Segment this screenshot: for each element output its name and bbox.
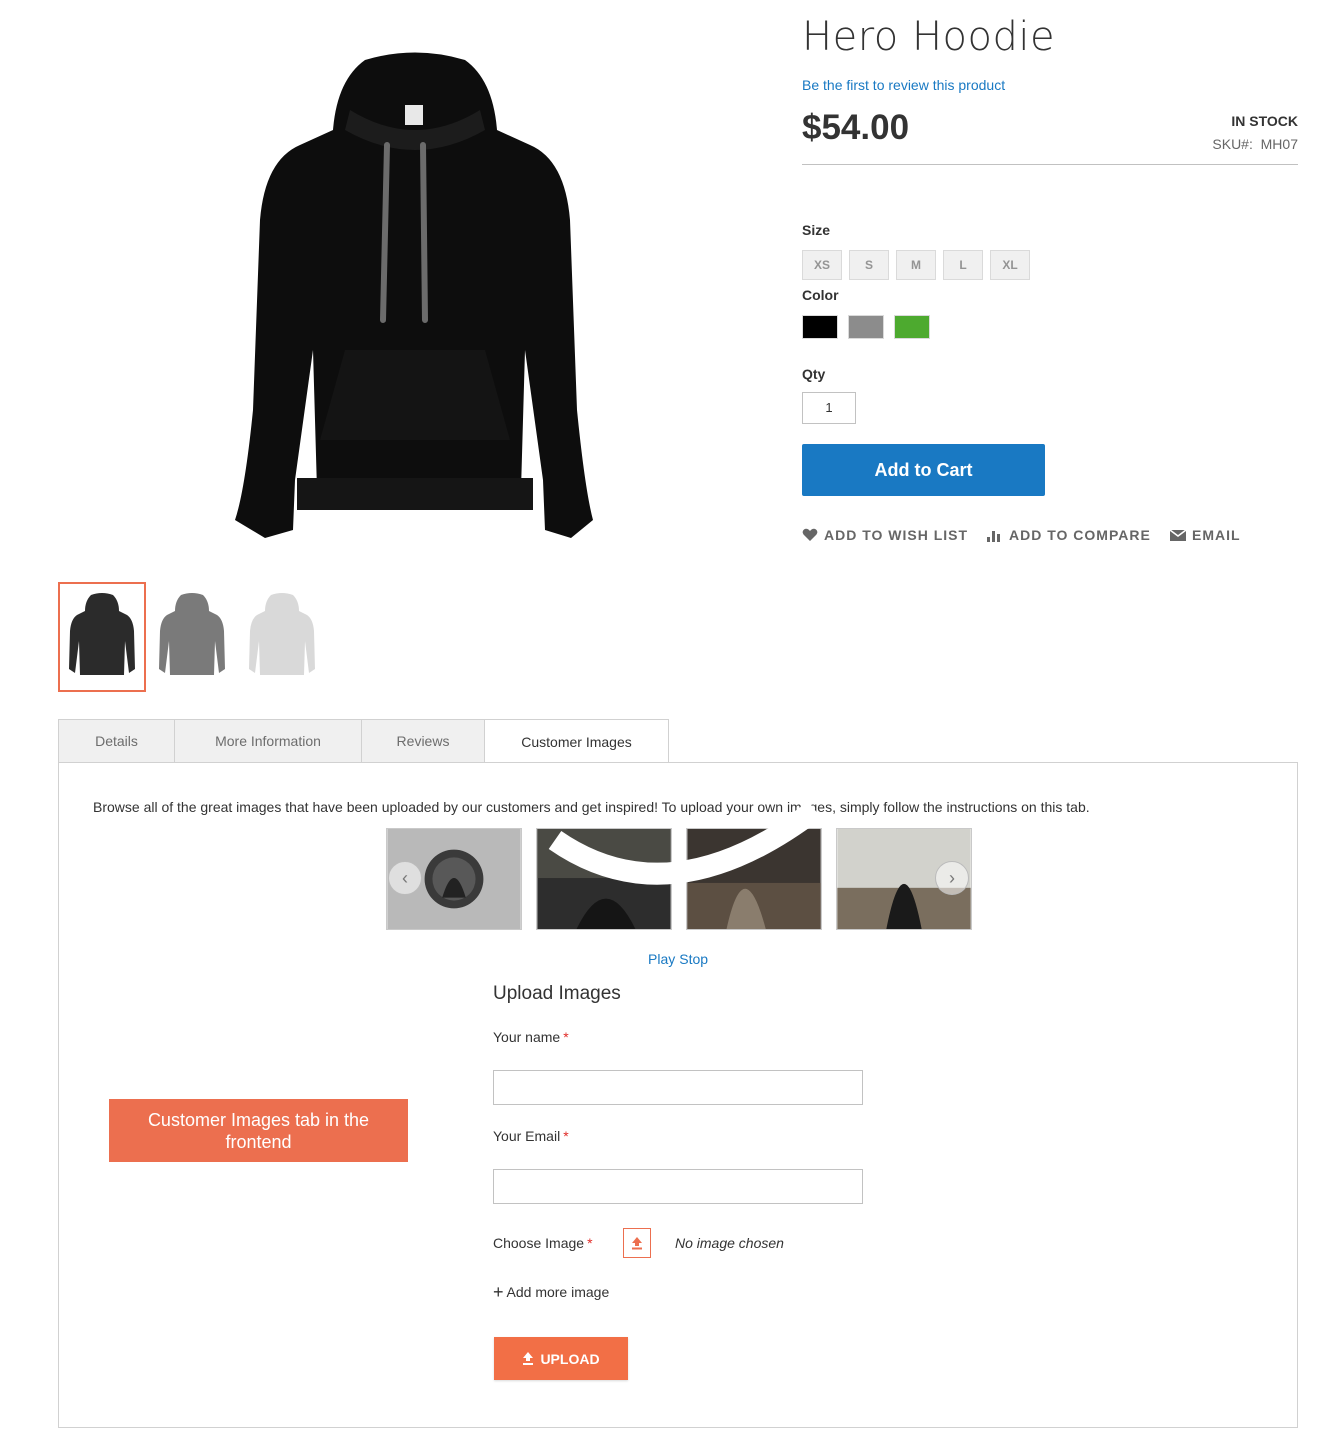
compare-label: ADD TO COMPARE (1009, 527, 1151, 543)
add-to-cart-button[interactable]: Add to Cart (802, 444, 1045, 496)
customer-images-intro: Browse all of the great images that have… (93, 799, 1090, 815)
tab-customer-images[interactable]: Customer Images (484, 719, 669, 764)
qty-label: Qty (802, 366, 826, 382)
carousel-image-3[interactable] (686, 828, 822, 930)
chevron-left-icon: ‹ (402, 867, 408, 888)
customer-images-carousel: ‹ › (386, 828, 972, 930)
size-swatch-xs[interactable]: XS (802, 250, 842, 280)
choose-image-label: Choose Image * (493, 1235, 593, 1251)
hoodie-thumbnail-icon (249, 593, 315, 675)
main-product-image[interactable] (225, 50, 605, 545)
choose-image-button[interactable] (623, 1228, 651, 1258)
email-input[interactable] (493, 1169, 863, 1204)
upload-icon (632, 1237, 642, 1250)
review-link[interactable]: Be the first to review this product (802, 77, 1005, 93)
annotation-callout: Customer Images tab in the frontend (109, 1099, 408, 1162)
color-swatches (802, 315, 930, 339)
name-input[interactable] (493, 1070, 863, 1105)
required-marker: * (587, 1235, 593, 1251)
envelope-icon (1170, 529, 1186, 541)
tab-reviews[interactable]: Reviews (361, 719, 484, 763)
carousel-next-button[interactable]: › (935, 861, 969, 895)
size-swatch-xl[interactable]: XL (990, 250, 1030, 280)
color-swatch-gray[interactable] (848, 315, 884, 339)
carousel-controls: Play Stop (648, 951, 712, 967)
wishlist-label: ADD TO WISH LIST (824, 527, 969, 543)
photo-thumbnail (687, 829, 821, 929)
size-label: Size (802, 222, 831, 238)
no-image-status: No image chosen (675, 1235, 784, 1251)
info-divider (802, 164, 1298, 165)
thumbnail-gray[interactable] (148, 582, 236, 692)
product-price: $54.00 (802, 108, 910, 147)
tab-details[interactable]: Details (58, 719, 174, 763)
heart-icon (802, 528, 818, 541)
upload-button[interactable]: UPLOAD (494, 1337, 628, 1380)
choose-image-text: Choose Image (493, 1235, 585, 1251)
thumbnail-white[interactable] (238, 582, 326, 692)
email-link[interactable]: EMAIL (1170, 527, 1241, 543)
product-tabs: Details More Information Reviews Custome… (58, 719, 669, 764)
upload-button-label: UPLOAD (540, 1350, 600, 1367)
size-swatches: XS S M L XL (802, 250, 1030, 280)
required-marker: * (563, 1029, 569, 1045)
name-label-text: Your name (493, 1029, 561, 1045)
sku-value: MH07 (1260, 136, 1298, 152)
tab-more-information[interactable]: More Information (174, 719, 361, 763)
size-swatch-m[interactable]: M (896, 250, 936, 280)
color-label: Color (802, 287, 839, 303)
photo-thumbnail (537, 829, 671, 929)
email-label: EMAIL (1192, 527, 1241, 543)
carousel-image-2[interactable] (536, 828, 672, 930)
product-sku: SKU#: MH07 (1212, 136, 1298, 152)
required-marker: * (563, 1128, 569, 1144)
color-swatch-green[interactable] (894, 315, 930, 339)
qty-input[interactable]: 1 (802, 392, 856, 424)
add-more-label: Add more image (506, 1284, 610, 1300)
size-swatch-s[interactable]: S (849, 250, 889, 280)
color-swatch-black[interactable] (802, 315, 838, 339)
hoodie-thumbnail-icon (159, 593, 225, 675)
email-label-text: Your Email (493, 1128, 561, 1144)
play-link[interactable]: Play (648, 951, 675, 967)
hoodie-thumbnail-icon (69, 593, 135, 675)
add-more-image-link[interactable]: + Add more image (493, 1282, 610, 1302)
compare-icon (987, 531, 1000, 542)
sku-label: SKU#: (1212, 136, 1253, 152)
stock-status: IN STOCK (1231, 113, 1298, 129)
stop-link[interactable]: Stop (679, 951, 708, 967)
size-swatch-l[interactable]: L (943, 250, 983, 280)
add-to-wishlist-link[interactable]: ADD TO WISH LIST (802, 527, 968, 543)
add-to-compare-link[interactable]: ADD TO COMPARE (987, 527, 1151, 543)
carousel-prev-button[interactable]: ‹ (388, 861, 422, 895)
upload-section-title: Upload Images (493, 983, 621, 1004)
name-field-label: Your name * (493, 1029, 569, 1045)
thumbnail-black[interactable] (58, 582, 146, 692)
chevron-right-icon: › (949, 867, 955, 888)
upload-icon (523, 1351, 534, 1365)
email-field-label: Your Email * (493, 1128, 569, 1144)
plus-icon: + (493, 1282, 504, 1302)
product-title: Hero Hoodie (802, 14, 1056, 60)
